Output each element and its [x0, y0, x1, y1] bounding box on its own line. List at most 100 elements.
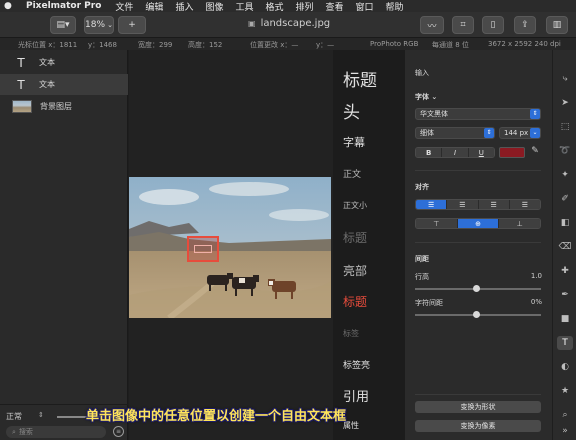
layer-row[interactable]: T 文本 — [0, 74, 128, 95]
expand-tools-icon[interactable]: » — [557, 424, 573, 438]
style-title-dim[interactable]: 标题 — [343, 229, 367, 246]
menu-file[interactable]: 文件 — [115, 0, 133, 13]
italic-button[interactable]: I — [442, 148, 469, 157]
color-adjust-icon[interactable]: ◐ — [557, 360, 573, 374]
add-button[interactable]: + — [118, 16, 146, 34]
tools-strip: ⤷ ➤ ⬚ ➰ ✦ ✐ ◧ ⌫ ✚ ✒ ■ T ◐ ★ ⌕ » — [552, 50, 576, 440]
view-toggle-button[interactable]: ▤▾ — [50, 16, 76, 34]
convert-to-pixels-button[interactable]: 变换为像素 — [415, 420, 541, 432]
select-tool-icon[interactable]: ⬚ — [557, 120, 573, 134]
menu-view[interactable]: 查看 — [326, 0, 344, 13]
style-body[interactable]: 正文 — [343, 167, 361, 180]
align-left-icon[interactable]: ☰ — [416, 200, 448, 209]
slider-knob[interactable] — [473, 311, 480, 318]
chevron-updown-icon: ⇕ — [484, 128, 494, 138]
line-height-label: 行高 — [415, 273, 429, 281]
style-body-small[interactable]: 正文小 — [343, 200, 367, 211]
divider — [415, 170, 541, 171]
zoom-tool-icon[interactable]: ⌕ — [557, 408, 573, 422]
style-heading[interactable]: 头 — [343, 98, 360, 123]
slider-knob[interactable] — [473, 285, 480, 292]
convert-to-shape-button[interactable]: 变换为形状 — [415, 401, 541, 413]
zoom-select[interactable]: 18% ⌄ — [84, 16, 114, 34]
align-center-icon[interactable]: ☰ — [447, 200, 479, 209]
brush-icon: 〰 — [427, 21, 437, 32]
blend-mode-select[interactable]: 正常 — [6, 411, 22, 422]
share-button[interactable]: ⇪ — [514, 16, 536, 34]
brush-tool-button[interactable]: 〰 — [420, 16, 444, 34]
char-spacing-value: 0% — [530, 298, 542, 306]
text-color-swatch[interactable] — [499, 147, 525, 158]
cursor-x: 光标位置 x：1811 — [18, 41, 78, 49]
inspector-icon: ▥ — [552, 20, 562, 30]
align-bottom-icon[interactable]: ⊥ — [499, 219, 540, 228]
filter-icon[interactable]: ≡ — [113, 426, 124, 437]
menu-format[interactable]: 格式 — [265, 0, 283, 13]
font-family-select[interactable]: 华文黑体 ⇕ — [415, 108, 541, 120]
style-quote[interactable]: 引用 — [343, 386, 369, 405]
pen-tool-icon[interactable]: ✒ — [557, 288, 573, 302]
layer-row[interactable]: 背景图层 — [0, 96, 128, 117]
style-label-bright[interactable]: 标签亮 — [343, 358, 370, 371]
menu-arrange[interactable]: 排列 — [296, 0, 314, 13]
search-icon: ⌕ — [12, 427, 16, 436]
color-profile: ProPhoto RGB — [370, 40, 419, 48]
line-height-value: 1.0 — [530, 272, 542, 280]
arrange-tool-icon[interactable]: ⤷ — [557, 72, 573, 86]
eraser-icon[interactable]: ⌫ — [557, 240, 573, 254]
style-title-red[interactable]: 标题 — [343, 293, 367, 310]
canvas-area[interactable] — [129, 50, 333, 440]
move-tool-icon[interactable]: ➤ — [557, 96, 573, 110]
align-right-icon[interactable]: ☰ — [478, 200, 510, 209]
chevron-updown-icon: ⇕ — [530, 109, 540, 119]
font-section-label[interactable]: 字体 ⌄ — [415, 92, 437, 102]
magic-wand-icon[interactable]: ✦ — [557, 168, 573, 182]
lasso-tool-icon[interactable]: ➰ — [557, 144, 573, 158]
apple-icon[interactable]: ● — [4, 1, 16, 11]
menu-help[interactable]: 帮助 — [386, 0, 404, 13]
info-bar: 光标位置 x：1811 y：1468 宽度：299 高度：152 位置更改 x：… — [0, 38, 576, 50]
layer-thumbnail — [12, 100, 32, 113]
style-subtitle[interactable]: 字幕 — [343, 134, 365, 150]
tutorial-caption: 单击图像中的任意位置以创建一个自由文本框 — [86, 409, 347, 424]
repair-icon[interactable]: ✚ — [557, 264, 573, 278]
text-layer-icon: T — [17, 77, 25, 92]
landscape-photo — [129, 177, 331, 318]
style-highlight[interactable]: 亮部 — [343, 262, 367, 279]
type-tool-icon[interactable]: T — [557, 336, 573, 350]
char-spacing-slider[interactable] — [415, 311, 541, 318]
export-button[interactable]: ▯ — [482, 16, 504, 34]
menu-edit[interactable]: 编辑 — [145, 0, 163, 13]
menu-insert[interactable]: 插入 — [175, 0, 193, 13]
align-top-icon[interactable]: ⊤ — [416, 219, 458, 228]
crop-button[interactable]: ⌗ — [452, 16, 474, 34]
bold-button[interactable]: B — [416, 148, 443, 157]
underline-button[interactable]: U — [468, 148, 494, 157]
style-label[interactable]: 标签 — [343, 328, 359, 339]
line-height-slider[interactable] — [415, 285, 541, 292]
menu-tools[interactable]: 工具 — [235, 0, 253, 13]
text-box-handle[interactable] — [194, 245, 212, 253]
layer-row[interactable]: T 文本 — [0, 52, 128, 73]
style-title[interactable]: 标题 — [343, 66, 377, 91]
font-weight-select[interactable]: 细体 ⇕ — [415, 127, 495, 139]
text-box-selection[interactable] — [187, 236, 219, 262]
eyedropper-icon[interactable]: ✎ — [529, 146, 541, 158]
layer-name: 文本 — [39, 58, 55, 67]
font-size-field[interactable]: 144 px ⌄ — [499, 127, 541, 139]
menu-image[interactable]: 图像 — [205, 0, 223, 13]
effects-icon[interactable]: ★ — [557, 384, 573, 398]
chevron-down-icon: ⌄ — [530, 128, 540, 138]
inspector-toggle-button[interactable]: ▥ — [546, 16, 568, 34]
paint-brush-icon[interactable]: ✐ — [557, 192, 573, 206]
landscape-image[interactable] — [129, 177, 331, 318]
fill-bucket-icon[interactable]: ◧ — [557, 216, 573, 230]
shape-tool-icon[interactable]: ■ — [557, 312, 573, 326]
share-icon: ⇪ — [521, 20, 529, 30]
char-spacing-label: 字符间距 — [415, 299, 443, 307]
align-justify-icon[interactable]: ☰ — [509, 200, 540, 209]
layer-search-input[interactable]: ⌕ 搜索 — [6, 426, 106, 438]
app-menu[interactable]: Pixelmator Pro — [26, 1, 101, 11]
align-middle-icon[interactable]: ⊕ — [457, 219, 500, 228]
menu-window[interactable]: 窗口 — [356, 0, 374, 13]
